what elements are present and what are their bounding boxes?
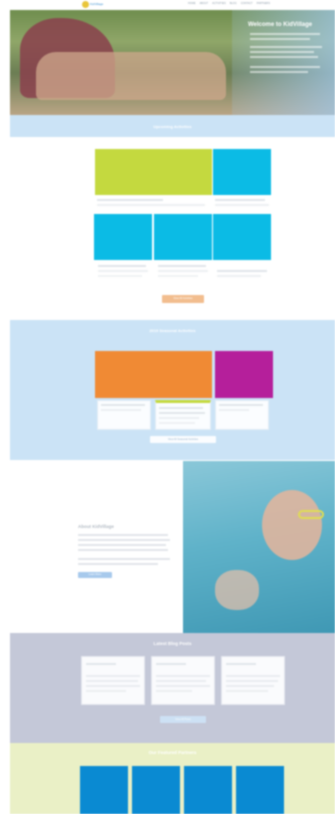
partners-title: Our Featured Partners: [148, 750, 197, 755]
main-nav: HOME ABOUT ACTIVITIES BLOG CONTACT PARTN…: [188, 2, 288, 7]
nav-item-activities[interactable]: ACTIVITIES: [212, 2, 226, 7]
nav-item-about[interactable]: ABOUT: [200, 2, 209, 7]
activity-caption-line: [97, 199, 163, 201]
seasonal-card[interactable]: [155, 400, 211, 430]
blog-card[interactable]: [221, 656, 285, 705]
card-text-line: [156, 663, 186, 665]
card-text-line: [156, 675, 210, 677]
nav-item-partners[interactable]: PARTNERS: [257, 2, 270, 7]
activity-tile[interactable]: [213, 149, 271, 195]
activity-tile-large[interactable]: [95, 149, 212, 195]
activity-caption-line: [215, 204, 269, 206]
card-text-line: [101, 404, 145, 406]
seasonal-card[interactable]: [215, 400, 269, 430]
activity-caption-line: [217, 270, 267, 272]
about-title: About KidVillage: [78, 524, 114, 529]
about-text-line: [78, 563, 158, 565]
card-text-line: [86, 680, 138, 682]
card-text-line: [226, 690, 268, 692]
card-text-line: [159, 422, 195, 424]
about-text-line: [78, 539, 170, 541]
blog-card[interactable]: [151, 656, 215, 705]
seasonal-tile[interactable]: [215, 351, 273, 398]
nav-item-home[interactable]: HOME: [188, 2, 196, 7]
nav-item-blog[interactable]: BLOG: [230, 2, 237, 7]
view-all-seasonal-button[interactable]: View All Seasonal Activities: [150, 436, 216, 443]
card-text-line: [86, 685, 140, 687]
card-text-line: [219, 409, 249, 411]
about-text-line: [78, 549, 168, 551]
card-text-line: [226, 680, 278, 682]
partner-logo[interactable]: [80, 766, 128, 814]
card-text-line: [156, 680, 206, 682]
card-text-line: [226, 675, 280, 677]
hero-text-line: [250, 51, 314, 53]
logo-text: KidVillage: [90, 2, 104, 6]
card-text-line: [86, 675, 140, 677]
hero-text-line: [250, 33, 320, 35]
about-text-line: [78, 544, 166, 546]
view-all-posts-button[interactable]: View All Posts: [160, 716, 206, 723]
nav-item-contact[interactable]: CONTACT: [241, 2, 253, 7]
hero-kids-shape: [36, 52, 226, 100]
seasonal-tile-large[interactable]: [95, 351, 212, 398]
card-text-line: [101, 409, 141, 411]
card-text-line: [156, 690, 192, 692]
activity-caption-line: [158, 270, 208, 272]
partner-logo[interactable]: [132, 766, 180, 814]
activity-caption-line: [215, 199, 265, 201]
activity-caption-line: [217, 275, 261, 277]
about-image-hand-shape: [215, 570, 259, 610]
seasonal-card[interactable]: [97, 400, 151, 430]
hero-text-line: [250, 38, 310, 40]
blog-card[interactable]: [81, 656, 145, 705]
site-logo[interactable]: KidVillage: [82, 1, 108, 8]
card-text-line: [226, 685, 274, 687]
card-text-line: [219, 404, 263, 406]
activity-caption-line: [98, 270, 148, 272]
card-text-line: [86, 690, 126, 692]
activity-caption-line: [158, 265, 206, 267]
page: KidVillage HOME ABOUT ACTIVITIES BLOG CO…: [0, 0, 335, 814]
card-text-line: [86, 663, 116, 665]
activity-caption-line: [158, 275, 198, 277]
about-text-line: [78, 534, 168, 536]
activity-tile[interactable]: [94, 214, 152, 260]
card-text-line: [159, 412, 205, 414]
view-all-activities-button[interactable]: View All Activities: [162, 295, 204, 303]
about-text-line: [78, 558, 170, 560]
activity-caption-line: [97, 204, 205, 206]
about-image-goggles-shape: [298, 510, 324, 519]
upcoming-title: Upcoming Activities: [153, 124, 192, 129]
activity-tile[interactable]: [213, 214, 271, 260]
seasonal-title: 2019 Seasonal Activities: [149, 328, 196, 333]
hero-title: Welcome to KidVillage: [248, 22, 313, 28]
activity-caption-line: [98, 275, 142, 277]
partner-logo[interactable]: [236, 766, 284, 814]
hero-text-line: [250, 66, 320, 68]
card-text-line: [159, 417, 199, 419]
activity-caption-line: [98, 265, 146, 267]
hero-text-line: [250, 46, 322, 48]
partner-logo[interactable]: [184, 766, 232, 814]
card-text-line: [226, 663, 256, 665]
hero-text-line: [250, 56, 318, 58]
logo-icon: [82, 1, 89, 8]
card-text-line: [156, 685, 210, 687]
blog-title: Latest Blog Posts: [153, 641, 192, 646]
card-text-line: [159, 407, 203, 409]
about-image-girl-shape: [262, 490, 322, 560]
hero-text-line: [250, 71, 308, 73]
activity-tile[interactable]: [154, 214, 212, 260]
about-learn-more-button[interactable]: Learn More: [78, 572, 112, 578]
